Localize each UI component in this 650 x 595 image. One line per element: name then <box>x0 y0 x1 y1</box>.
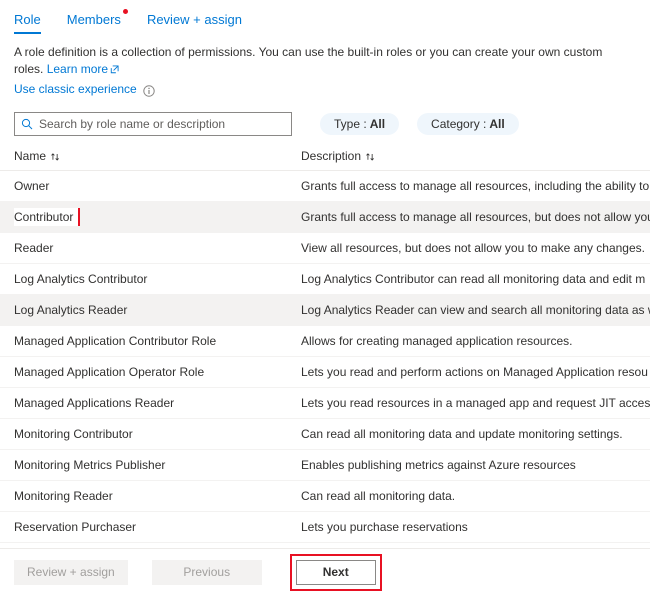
column-header-description-label: Description <box>301 149 362 163</box>
table-row[interactable]: Monitoring Contributor Can read all monit… <box>0 419 650 450</box>
category-filter-pill[interactable]: Category : All <box>417 113 519 135</box>
tab-review-assign[interactable]: Review + assign <box>147 12 242 34</box>
role-name-cell: Reader <box>14 241 301 255</box>
tab-members-label: Members <box>66 12 121 27</box>
table-row[interactable]: Managed Applications Reader Lets you read… <box>0 388 650 419</box>
role-name: Reservation Purchaser <box>14 520 137 534</box>
tab-members[interactable]: Members <box>66 9 128 34</box>
sort-updown-icon <box>50 152 61 163</box>
roles-table: Name Description Owner Grants full access… <box>0 149 650 543</box>
next-button-annotation: Next <box>289 553 382 591</box>
members-required-dot-icon <box>122 9 128 14</box>
role-name: Reader <box>14 241 54 255</box>
previous-button[interactable]: Previous <box>151 559 262 585</box>
role-name-cell: Monitoring Metrics Publisher <box>14 458 301 472</box>
role-description-cell: Lets you purchase reservations <box>301 520 468 534</box>
role-name: Log Analytics Reader <box>14 303 128 317</box>
category-filter-value: All <box>489 117 505 131</box>
external-link-icon <box>110 62 119 74</box>
sort-updown-icon <box>365 152 376 163</box>
column-header-description[interactable]: Description <box>301 149 650 163</box>
tab-bar: Role Members Review + assign <box>0 0 650 34</box>
role-name: Monitoring Metrics Publisher <box>14 458 166 472</box>
role-description-cell: Grants full access to manage all resourc… <box>301 179 650 193</box>
role-description-cell: View all resources, but does not allow y… <box>301 241 645 255</box>
role-description-cell: Can read all monitoring data and update … <box>301 427 623 441</box>
role-name-cell: Monitoring Contributor <box>14 427 301 441</box>
table-row[interactable]: Managed Application Operator Role Lets yo… <box>0 357 650 388</box>
table-body: Owner Grants full access to manage all re… <box>0 171 650 543</box>
next-button[interactable]: Next <box>295 559 376 585</box>
table-row[interactable]: Managed Application Contributor Role Allo… <box>0 326 650 357</box>
learn-more-label: Learn more <box>46 62 109 76</box>
filter-bar: Type :All Category :All <box>0 98 650 136</box>
category-filter-label: Category : <box>431 117 487 131</box>
role-name: Monitoring Contributor <box>14 427 133 441</box>
role-name-cell: Managed Applications Reader <box>14 396 301 410</box>
table-row[interactable]: Owner Grants full access to manage all re… <box>0 171 650 202</box>
table-row[interactable]: Log Analytics Reader Log Analytics Reader… <box>0 295 650 326</box>
role-description-cell: Can read all monitoring data. <box>301 489 456 503</box>
tab-role-label: Role <box>14 12 41 27</box>
tab-role[interactable]: Role <box>14 12 41 34</box>
table-row[interactable]: Contributor Grants full access to manage … <box>0 202 650 233</box>
role-name: Log Analytics Contributor <box>14 272 148 286</box>
role-name-cell: Reservation Purchaser <box>14 520 301 534</box>
role-name: Managed Application Contributor Role <box>14 334 217 348</box>
role-name-cell: Contributor <box>14 208 301 226</box>
type-filter-value: All <box>369 117 386 131</box>
search-icon <box>21 118 33 130</box>
table-header-row: Name Description <box>0 149 650 171</box>
use-classic-experience-link[interactable]: Use classic experience <box>14 81 137 98</box>
role-name-cell: Managed Application Operator Role <box>14 365 301 379</box>
role-name-highlighted: Contributor <box>14 208 81 226</box>
type-filter-pill[interactable]: Type : All <box>320 113 400 135</box>
review-assign-button[interactable]: Review + assign <box>14 559 128 585</box>
role-name: Managed Applications Reader <box>14 396 175 410</box>
search-box[interactable] <box>14 112 292 136</box>
learn-more-link[interactable]: Learn more <box>47 62 119 76</box>
wizard-footer: Review + assign Previous Next <box>0 548 650 595</box>
role-description-cell: Allows for creating managed application … <box>301 334 573 348</box>
role-name-cell: Monitoring Reader <box>14 489 301 503</box>
role-description-cell: Lets you read and perform actions on Man… <box>301 365 648 379</box>
role-name-cell: Managed Application Contributor Role <box>14 334 301 348</box>
role-name: Monitoring Reader <box>14 489 113 503</box>
type-filter-label: Type : <box>334 117 367 131</box>
table-row[interactable]: Reader View all resources, but does not a… <box>0 233 650 264</box>
role-description-cell: Lets you read resources in a managed app… <box>301 396 650 410</box>
role-name-cell: Owner <box>14 179 301 193</box>
role-name: Managed Application Operator Role <box>14 365 205 379</box>
tab-review-assign-label: Review + assign <box>146 12 242 27</box>
search-input[interactable] <box>39 117 285 131</box>
column-header-name[interactable]: Name <box>14 149 301 163</box>
table-row[interactable]: Reservation Purchaser Lets you purchase r… <box>0 512 650 543</box>
role-description-cell: Log Analytics Contributor can read all m… <box>301 272 646 286</box>
classic-experience-row: Use classic experience <box>0 78 650 98</box>
role-description-cell: Log Analytics Reader can view and search… <box>301 303 650 317</box>
column-header-name-label: Name <box>14 149 47 163</box>
role-description-cell: Grants full access to manage all resourc… <box>301 210 650 224</box>
info-icon[interactable] <box>143 84 155 97</box>
intro-text: A role definition is a collection of per… <box>0 30 648 78</box>
role-description-cell: Enables publishing metrics against Azure… <box>301 458 576 472</box>
role-name-cell: Log Analytics Contributor <box>14 272 301 286</box>
table-row[interactable]: Monitoring Metrics Publisher Enables publ… <box>0 450 650 481</box>
table-row[interactable]: Monitoring Reader Can read all monitoring… <box>0 481 650 512</box>
role-name: Owner <box>14 179 50 193</box>
table-row[interactable]: Log Analytics Contributor Log Analytics C… <box>0 264 650 295</box>
role-name-cell: Log Analytics Reader <box>14 303 301 317</box>
